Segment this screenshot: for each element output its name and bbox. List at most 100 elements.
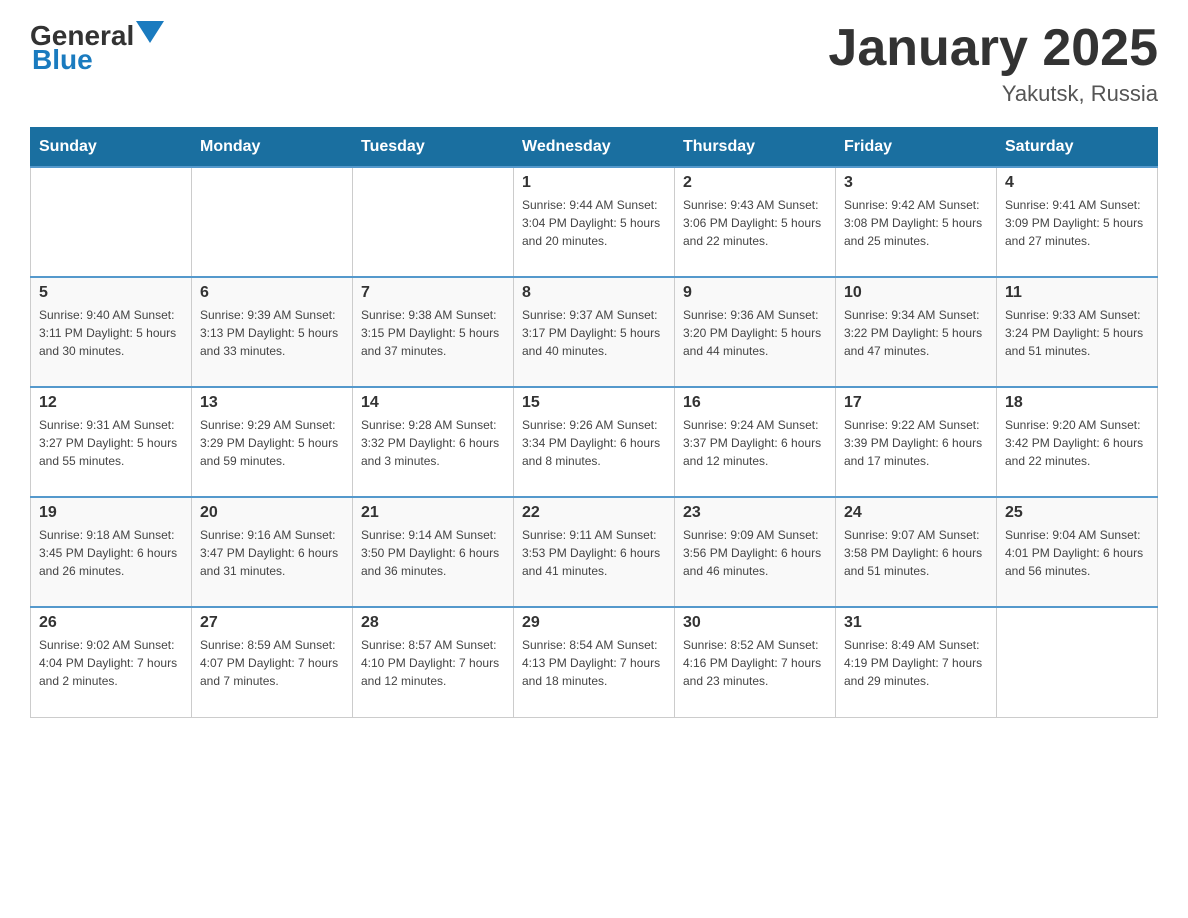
day-info-25: Sunrise: 9:04 AM Sunset: 4:01 PM Dayligh… bbox=[1005, 526, 1149, 580]
col-saturday: Saturday bbox=[997, 128, 1158, 168]
day-info-16: Sunrise: 9:24 AM Sunset: 3:37 PM Dayligh… bbox=[683, 416, 827, 470]
day-info-12: Sunrise: 9:31 AM Sunset: 3:27 PM Dayligh… bbox=[39, 416, 183, 470]
week-row-1: 1 Sunrise: 9:44 AM Sunset: 3:04 PM Daylig… bbox=[31, 167, 1158, 277]
calendar-subtitle: Yakutsk, Russia bbox=[828, 81, 1158, 107]
cell-w4-d4: 23 Sunrise: 9:09 AM Sunset: 3:56 PM Dayli… bbox=[675, 497, 836, 607]
cell-w3-d3: 15 Sunrise: 9:26 AM Sunset: 3:34 PM Dayli… bbox=[514, 387, 675, 497]
days-of-week-row: Sunday Monday Tuesday Wednesday Thursday… bbox=[31, 128, 1158, 168]
cell-w5-d0: 26Sunrise: 9:02 AM Sunset: 4:04 PM Dayli… bbox=[31, 607, 192, 717]
day-info-31: Sunrise: 8:49 AM Sunset: 4:19 PM Dayligh… bbox=[844, 636, 988, 690]
cell-w1-d3: 1 Sunrise: 9:44 AM Sunset: 3:04 PM Daylig… bbox=[514, 167, 675, 277]
week-row-4: 19 Sunrise: 9:18 AM Sunset: 3:45 PM Dayli… bbox=[31, 497, 1158, 607]
day-info-6: Sunrise: 9:39 AM Sunset: 3:13 PM Dayligh… bbox=[200, 306, 344, 360]
cell-w4-d5: 24Sunrise: 9:07 AM Sunset: 3:58 PM Dayli… bbox=[836, 497, 997, 607]
cell-w3-d2: 14 Sunrise: 9:28 AM Sunset: 3:32 PM Dayli… bbox=[353, 387, 514, 497]
logo: General Blue bbox=[30, 20, 164, 76]
week-row-2: 5 Sunrise: 9:40 AM Sunset: 3:11 PM Daylig… bbox=[31, 277, 1158, 387]
day-number-30: 30 bbox=[683, 614, 827, 632]
day-info-5: Sunrise: 9:40 AM Sunset: 3:11 PM Dayligh… bbox=[39, 306, 183, 360]
cell-w5-d4: 30Sunrise: 8:52 AM Sunset: 4:16 PM Dayli… bbox=[675, 607, 836, 717]
cell-w5-d5: 31 Sunrise: 8:49 AM Sunset: 4:19 PM Dayli… bbox=[836, 607, 997, 717]
day-info-27: Sunrise: 8:59 AM Sunset: 4:07 PM Dayligh… bbox=[200, 636, 344, 690]
day-number-21: 21 bbox=[361, 504, 505, 522]
cell-w3-d5: 17Sunrise: 9:22 AM Sunset: 3:39 PM Dayli… bbox=[836, 387, 997, 497]
day-number-1: 1 bbox=[522, 174, 666, 192]
day-number-15: 15 bbox=[522, 394, 666, 412]
cell-w4-d6: 25Sunrise: 9:04 AM Sunset: 4:01 PM Dayli… bbox=[997, 497, 1158, 607]
day-number-28: 28 bbox=[361, 614, 505, 632]
calendar-table: Sunday Monday Tuesday Wednesday Thursday… bbox=[30, 127, 1158, 718]
day-info-21: Sunrise: 9:14 AM Sunset: 3:50 PM Dayligh… bbox=[361, 526, 505, 580]
day-info-8: Sunrise: 9:37 AM Sunset: 3:17 PM Dayligh… bbox=[522, 306, 666, 360]
day-number-6: 6 bbox=[200, 284, 344, 302]
cell-w1-d1 bbox=[192, 167, 353, 277]
page-header: General Blue January 2025 Yakutsk, Russi… bbox=[30, 20, 1158, 107]
cell-w2-d3: 8 Sunrise: 9:37 AM Sunset: 3:17 PM Daylig… bbox=[514, 277, 675, 387]
day-info-26: Sunrise: 9:02 AM Sunset: 4:04 PM Dayligh… bbox=[39, 636, 183, 690]
week-row-3: 12 Sunrise: 9:31 AM Sunset: 3:27 PM Dayli… bbox=[31, 387, 1158, 497]
day-number-27: 27 bbox=[200, 614, 344, 632]
cell-w1-d0 bbox=[31, 167, 192, 277]
day-info-9: Sunrise: 9:36 AM Sunset: 3:20 PM Dayligh… bbox=[683, 306, 827, 360]
week-row-5: 26Sunrise: 9:02 AM Sunset: 4:04 PM Dayli… bbox=[31, 607, 1158, 717]
day-number-7: 7 bbox=[361, 284, 505, 302]
cell-w5-d6 bbox=[997, 607, 1158, 717]
col-friday: Friday bbox=[836, 128, 997, 168]
cell-w4-d0: 19 Sunrise: 9:18 AM Sunset: 3:45 PM Dayli… bbox=[31, 497, 192, 607]
day-info-11: Sunrise: 9:33 AM Sunset: 3:24 PM Dayligh… bbox=[1005, 306, 1149, 360]
cell-w5-d3: 29 Sunrise: 8:54 AM Sunset: 4:13 PM Dayli… bbox=[514, 607, 675, 717]
day-number-9: 9 bbox=[683, 284, 827, 302]
cell-w2-d5: 10 Sunrise: 9:34 AM Sunset: 3:22 PM Dayli… bbox=[836, 277, 997, 387]
cell-w4-d3: 22Sunrise: 9:11 AM Sunset: 3:53 PM Dayli… bbox=[514, 497, 675, 607]
day-info-18: Sunrise: 9:20 AM Sunset: 3:42 PM Dayligh… bbox=[1005, 416, 1149, 470]
cell-w2-d4: 9 Sunrise: 9:36 AM Sunset: 3:20 PM Daylig… bbox=[675, 277, 836, 387]
cell-w2-d2: 7 Sunrise: 9:38 AM Sunset: 3:15 PM Daylig… bbox=[353, 277, 514, 387]
day-info-20: Sunrise: 9:16 AM Sunset: 3:47 PM Dayligh… bbox=[200, 526, 344, 580]
cell-w2-d6: 11 Sunrise: 9:33 AM Sunset: 3:24 PM Dayli… bbox=[997, 277, 1158, 387]
cell-w3-d6: 18 Sunrise: 9:20 AM Sunset: 3:42 PM Dayli… bbox=[997, 387, 1158, 497]
day-info-14: Sunrise: 9:28 AM Sunset: 3:32 PM Dayligh… bbox=[361, 416, 505, 470]
day-number-3: 3 bbox=[844, 174, 988, 192]
day-info-1: Sunrise: 9:44 AM Sunset: 3:04 PM Dayligh… bbox=[522, 196, 666, 250]
day-number-5: 5 bbox=[39, 284, 183, 302]
day-number-22: 22 bbox=[522, 504, 666, 522]
day-info-15: Sunrise: 9:26 AM Sunset: 3:34 PM Dayligh… bbox=[522, 416, 666, 470]
day-number-11: 11 bbox=[1005, 284, 1149, 302]
day-number-31: 31 bbox=[844, 614, 988, 632]
day-number-18: 18 bbox=[1005, 394, 1149, 412]
day-info-28: Sunrise: 8:57 AM Sunset: 4:10 PM Dayligh… bbox=[361, 636, 505, 690]
cell-w1-d5: 3Sunrise: 9:42 AM Sunset: 3:08 PM Daylig… bbox=[836, 167, 997, 277]
day-info-13: Sunrise: 9:29 AM Sunset: 3:29 PM Dayligh… bbox=[200, 416, 344, 470]
logo-blue-text: Blue bbox=[32, 44, 93, 76]
day-number-2: 2 bbox=[683, 174, 827, 192]
day-info-23: Sunrise: 9:09 AM Sunset: 3:56 PM Dayligh… bbox=[683, 526, 827, 580]
cell-w1-d6: 4 Sunrise: 9:41 AM Sunset: 3:09 PM Daylig… bbox=[997, 167, 1158, 277]
day-number-12: 12 bbox=[39, 394, 183, 412]
day-info-29: Sunrise: 8:54 AM Sunset: 4:13 PM Dayligh… bbox=[522, 636, 666, 690]
day-number-13: 13 bbox=[200, 394, 344, 412]
cell-w4-d2: 21 Sunrise: 9:14 AM Sunset: 3:50 PM Dayli… bbox=[353, 497, 514, 607]
day-info-4: Sunrise: 9:41 AM Sunset: 3:09 PM Dayligh… bbox=[1005, 196, 1149, 250]
day-number-14: 14 bbox=[361, 394, 505, 412]
col-tuesday: Tuesday bbox=[353, 128, 514, 168]
day-number-19: 19 bbox=[39, 504, 183, 522]
day-number-29: 29 bbox=[522, 614, 666, 632]
day-info-7: Sunrise: 9:38 AM Sunset: 3:15 PM Dayligh… bbox=[361, 306, 505, 360]
day-number-10: 10 bbox=[844, 284, 988, 302]
day-number-4: 4 bbox=[1005, 174, 1149, 192]
day-number-20: 20 bbox=[200, 504, 344, 522]
day-number-23: 23 bbox=[683, 504, 827, 522]
day-info-19: Sunrise: 9:18 AM Sunset: 3:45 PM Dayligh… bbox=[39, 526, 183, 580]
cell-w2-d1: 6 Sunrise: 9:39 AM Sunset: 3:13 PM Daylig… bbox=[192, 277, 353, 387]
calendar-title: January 2025 bbox=[828, 20, 1158, 77]
day-number-8: 8 bbox=[522, 284, 666, 302]
day-info-2: Sunrise: 9:43 AM Sunset: 3:06 PM Dayligh… bbox=[683, 196, 827, 250]
day-info-17: Sunrise: 9:22 AM Sunset: 3:39 PM Dayligh… bbox=[844, 416, 988, 470]
calendar-body: 1 Sunrise: 9:44 AM Sunset: 3:04 PM Daylig… bbox=[31, 167, 1158, 717]
day-number-16: 16 bbox=[683, 394, 827, 412]
day-info-10: Sunrise: 9:34 AM Sunset: 3:22 PM Dayligh… bbox=[844, 306, 988, 360]
cell-w4-d1: 20 Sunrise: 9:16 AM Sunset: 3:47 PM Dayli… bbox=[192, 497, 353, 607]
cell-w1-d2 bbox=[353, 167, 514, 277]
cell-w3-d0: 12 Sunrise: 9:31 AM Sunset: 3:27 PM Dayli… bbox=[31, 387, 192, 497]
cell-w2-d0: 5 Sunrise: 9:40 AM Sunset: 3:11 PM Daylig… bbox=[31, 277, 192, 387]
